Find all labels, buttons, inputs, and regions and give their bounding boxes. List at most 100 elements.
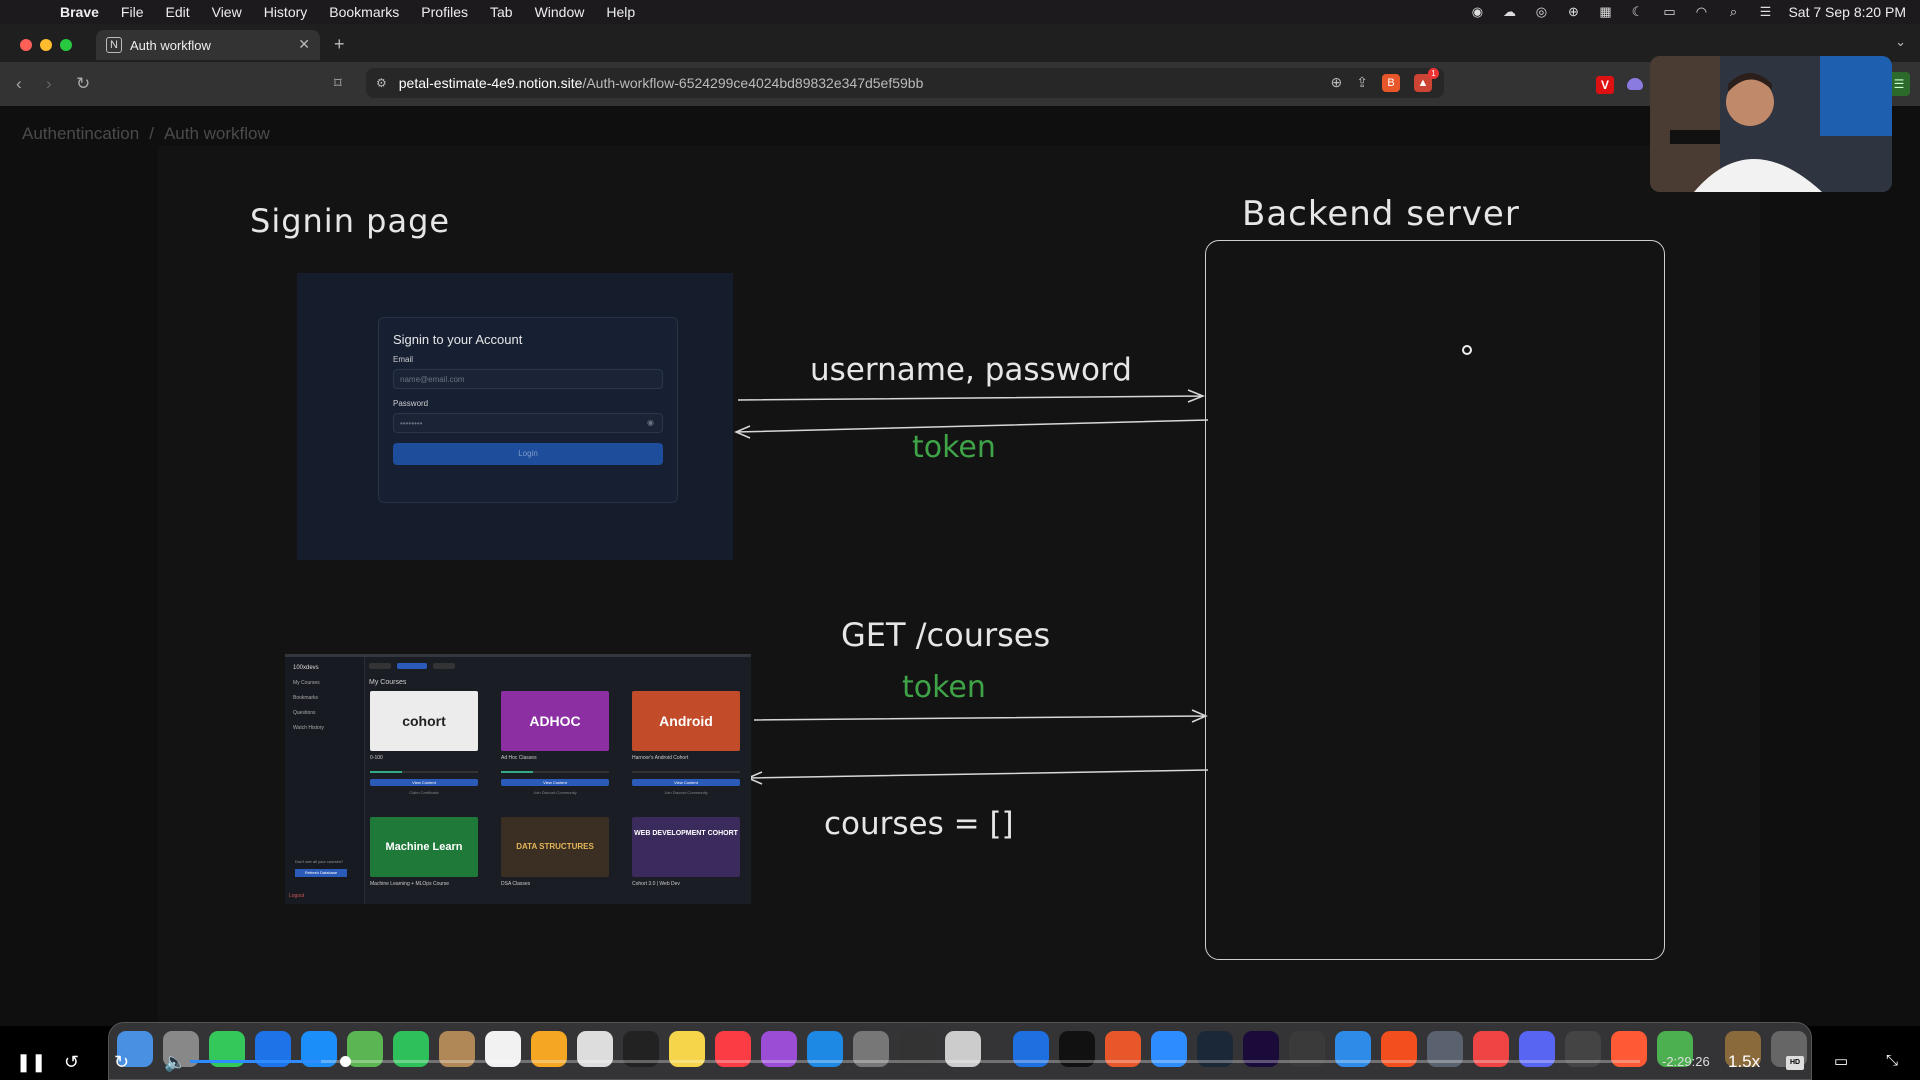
- menu-window[interactable]: Window: [535, 4, 585, 20]
- search-icon[interactable]: ⌕: [1724, 5, 1742, 19]
- forward-icon[interactable]: ↻: [114, 1052, 129, 1073]
- course-name: Machine Learning + MLOps Course: [370, 881, 450, 887]
- course-sub: Join Discord Community: [533, 790, 577, 795]
- close-window-button[interactable]: [20, 39, 32, 51]
- site-settings-icon[interactable]: ⚙: [376, 76, 387, 90]
- clock[interactable]: Sat 7 Sep 8:20 PM: [1788, 4, 1906, 20]
- vpn-icon[interactable]: ◎: [1532, 5, 1550, 19]
- label-courses-array: courses = []: [824, 806, 1014, 842]
- menu-file[interactable]: File: [121, 4, 144, 20]
- sidebar-item-my-courses: My Courses: [293, 680, 320, 686]
- menu-view[interactable]: View: [212, 4, 242, 20]
- arrow-get-courses: [753, 709, 1208, 723]
- moon-icon[interactable]: ☾: [1628, 5, 1646, 19]
- bookmark-icon[interactable]: ⌑: [334, 74, 342, 92]
- new-tab-icon[interactable]: +: [334, 34, 345, 55]
- minimize-window-button[interactable]: [40, 39, 52, 51]
- course-card: Android Harnoor's Android Cohort View Co…: [632, 691, 740, 795]
- brave-shields-icon[interactable]: B: [1382, 74, 1400, 92]
- courses-sidebar: 100xdevs My Courses Bookmarks Questions …: [285, 657, 365, 904]
- signin-screenshot[interactable]: Signin to your Account Email name@email.…: [297, 273, 733, 560]
- view-content-button: View Content: [632, 779, 740, 786]
- menu-app-brave[interactable]: Brave: [60, 4, 99, 20]
- tab-title: Auth workflow: [130, 37, 211, 53]
- course-card: DATA STRUCTURES DSA Classes: [501, 817, 609, 887]
- email-label: Email: [393, 355, 414, 364]
- vivaldi-extension-icon[interactable]: V: [1596, 76, 1614, 94]
- course-name: Ad Hoc Classes: [501, 755, 537, 761]
- course-thumb: WEB DEVELOPMENT COHORT: [632, 817, 740, 877]
- label-token-request: token: [902, 670, 986, 705]
- wifi-icon[interactable]: ◠: [1692, 5, 1710, 19]
- extension-icon[interactable]: [1627, 78, 1643, 90]
- course-name: Cohort 3.0 | Web Dev: [632, 881, 680, 887]
- course-card: Machine Learn Machine Learning + MLOps C…: [370, 817, 478, 887]
- zoom-status-icon[interactable]: ◉: [1468, 5, 1486, 19]
- backend-server-title: Backend server: [1242, 194, 1520, 234]
- breadcrumb-parent[interactable]: Authentincation: [22, 124, 139, 143]
- menu-tab[interactable]: Tab: [490, 4, 513, 20]
- rewind-icon[interactable]: ↺: [64, 1052, 79, 1073]
- course-name: 0-100: [370, 755, 383, 761]
- course-sub: Claim Certificate: [409, 790, 439, 795]
- share-icon[interactable]: ⇪: [1356, 74, 1368, 92]
- address-bar[interactable]: ⚙ petal-estimate-4e9.notion.site/Auth-wo…: [366, 68, 1444, 98]
- keyboard-icon[interactable]: ▦: [1596, 5, 1614, 19]
- exit-fullscreen-icon[interactable]: ⤡: [1886, 1052, 1898, 1069]
- breadcrumb-current[interactable]: Auth workflow: [164, 124, 270, 143]
- apple-icon[interactable]: [20, 5, 42, 19]
- menu-edit[interactable]: Edit: [165, 4, 189, 20]
- zoom-window-button[interactable]: [60, 39, 72, 51]
- courses-screenshot[interactable]: 100xdevs My Courses Bookmarks Questions …: [285, 654, 751, 904]
- cloud-icon[interactable]: ☁: [1500, 5, 1518, 19]
- course-card: WEB DEVELOPMENT COHORT Cohort 3.0 | Web …: [632, 817, 740, 887]
- course-thumb: Android: [632, 691, 740, 751]
- label-username-password: username, password: [810, 352, 1132, 388]
- menu-profiles[interactable]: Profiles: [421, 4, 468, 20]
- video-progress-bar[interactable]: [190, 1060, 1640, 1063]
- playback-speed-button[interactable]: 1.5x: [1728, 1052, 1760, 1072]
- diagram-canvas: Signin page Backend server username, pas…: [158, 146, 1760, 1026]
- courses-header: My Courses: [369, 679, 407, 686]
- menu-bar: Brave File Edit View History Bookmarks P…: [0, 0, 1920, 24]
- courses-logo: 100xdevs: [293, 665, 319, 671]
- video-scrubber[interactable]: [340, 1056, 351, 1067]
- volume-icon[interactable]: 🔈: [164, 1052, 186, 1073]
- password-field: •••••••• ◉: [393, 413, 663, 433]
- cursor-icon: [1462, 345, 1472, 355]
- menu-bookmarks[interactable]: Bookmarks: [329, 4, 399, 20]
- menu-help[interactable]: Help: [606, 4, 635, 20]
- sidebar-item-bookmarks: Bookmarks: [293, 695, 319, 701]
- video-controls: ❚❚ ↺ ↻ 🔈 -2:29:26 1.5x HD ▭ ⤡: [0, 1048, 1920, 1080]
- brave-rewards-icon[interactable]: ▲ 1: [1414, 68, 1439, 92]
- video-time: -2:29:26: [1662, 1054, 1710, 1069]
- chevron-down-icon[interactable]: ⌄: [1895, 34, 1906, 50]
- webcam-overlay: [1650, 56, 1892, 192]
- back-icon[interactable]: ‹: [16, 74, 22, 94]
- globe-icon[interactable]: ⊕: [1564, 5, 1582, 19]
- battery-icon[interactable]: ▭: [1660, 5, 1678, 19]
- backend-server-box[interactable]: [1205, 240, 1665, 960]
- sidebar-footer-text: Don't see all your courses?: [295, 859, 344, 864]
- control-center-icon[interactable]: ☰: [1756, 5, 1774, 19]
- forward-icon[interactable]: ›: [46, 74, 52, 94]
- close-tab-icon[interactable]: ✕: [298, 36, 310, 53]
- login-button: Login: [393, 443, 663, 465]
- tab-bar: N Auth workflow ✕ + ⌄: [0, 24, 1920, 62]
- signin-card: Signin to your Account Email name@email.…: [378, 317, 678, 503]
- zoom-icon[interactable]: ⊕: [1331, 74, 1343, 92]
- courses-main: My Courses: [369, 663, 455, 686]
- tab-auth-workflow[interactable]: N Auth workflow ✕: [96, 30, 320, 60]
- course-card: cohort 0-100 View Content Claim Certific…: [370, 691, 478, 795]
- arrow-courses-response: [746, 769, 1209, 785]
- course-thumb: DATA STRUCTURES: [501, 817, 609, 877]
- reload-icon[interactable]: ↻: [76, 74, 90, 94]
- hd-icon[interactable]: HD: [1786, 1056, 1804, 1070]
- course-thumb: cohort: [370, 691, 478, 751]
- course-thumb: Machine Learn: [370, 817, 478, 877]
- picture-in-picture-icon[interactable]: ▭: [1834, 1052, 1848, 1070]
- menu-history[interactable]: History: [264, 4, 308, 20]
- label-token-response: token: [912, 430, 996, 465]
- signin-card-title: Signin to your Account: [393, 332, 523, 347]
- pause-icon[interactable]: ❚❚: [16, 1052, 46, 1073]
